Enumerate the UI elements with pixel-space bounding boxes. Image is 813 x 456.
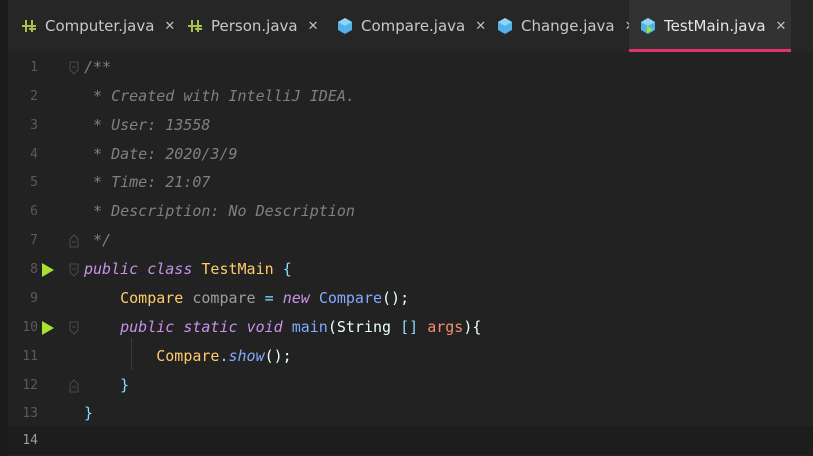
keyword: public bbox=[84, 260, 139, 278]
tab-person-java[interactable]: Person.java ✕ bbox=[176, 0, 326, 52]
line-number: 1 bbox=[30, 60, 38, 75]
line-number: 3 bbox=[30, 118, 38, 133]
keyword: new bbox=[282, 289, 310, 307]
method-name: show bbox=[228, 347, 265, 365]
punctuation: ( bbox=[327, 318, 337, 336]
tab-label: Compare.java bbox=[361, 17, 466, 35]
editor-tab-bar: Computer.java ✕ Person.java ✕ Compare.ja… bbox=[8, 0, 813, 52]
run-icon[interactable] bbox=[41, 321, 55, 335]
fold-icon[interactable] bbox=[68, 60, 80, 76]
line-number: 10 bbox=[22, 320, 38, 335]
line-number: 14 bbox=[22, 433, 38, 448]
line-number: 5 bbox=[30, 175, 38, 190]
line-number: 8 bbox=[30, 262, 38, 277]
code-line[interactable]: 6 * Description: No Description bbox=[8, 197, 813, 226]
punctuation: (); bbox=[264, 347, 292, 365]
fold-icon[interactable] bbox=[68, 320, 80, 336]
left-edge bbox=[0, 0, 8, 456]
close-icon[interactable]: ✕ bbox=[164, 19, 175, 34]
punctuation: ){ bbox=[463, 318, 482, 336]
line-number: 2 bbox=[30, 89, 38, 104]
field-name: compare bbox=[192, 289, 256, 307]
code-line[interactable]: 4 * Date: 2020/3/9 bbox=[8, 140, 813, 169]
code-text: /** bbox=[84, 58, 112, 76]
tab-label: TestMain.java bbox=[664, 17, 766, 35]
code-text: public class TestMain { bbox=[84, 255, 292, 284]
fold-icon[interactable] bbox=[68, 378, 80, 394]
class-name: TestMain bbox=[201, 260, 274, 278]
code-line[interactable]: 9 Compare compare = new Compare(); bbox=[8, 284, 813, 313]
line-number: 4 bbox=[30, 147, 38, 162]
code-line[interactable]: 12 } bbox=[8, 371, 813, 400]
tab-testmain-java[interactable]: TestMain.java ✕ bbox=[629, 0, 791, 52]
code-line[interactable]: 7 */ bbox=[8, 226, 813, 255]
line-number: 9 bbox=[30, 291, 38, 306]
close-icon[interactable]: ✕ bbox=[776, 19, 787, 34]
tab-label: Change.java bbox=[521, 17, 615, 35]
brace: } bbox=[120, 376, 130, 394]
line-number: 13 bbox=[22, 406, 38, 421]
indent-guide bbox=[131, 338, 132, 370]
java-main-icon bbox=[639, 17, 657, 35]
code-line[interactable]: 3 * User: 13558 bbox=[8, 111, 813, 140]
code-text: */ bbox=[84, 231, 112, 249]
close-icon[interactable]: ✕ bbox=[475, 19, 486, 34]
tab-label: Computer.java bbox=[45, 17, 155, 35]
fold-icon[interactable] bbox=[68, 262, 80, 278]
run-icon[interactable] bbox=[41, 263, 55, 277]
type-name: Compare bbox=[120, 289, 184, 307]
java-file-icon bbox=[336, 17, 354, 35]
code-text: public static void main(String [] args){ bbox=[84, 313, 481, 342]
punctuation: (); bbox=[382, 289, 410, 307]
keyword: void bbox=[246, 318, 283, 336]
code-text: * Time: 21:07 bbox=[84, 173, 211, 191]
keyword: class bbox=[147, 260, 193, 278]
line-number: 6 bbox=[30, 204, 38, 219]
code-text: } bbox=[84, 371, 129, 400]
code-line[interactable]: 1 /** bbox=[8, 53, 813, 82]
code-line[interactable]: 5 * Time: 21:07 bbox=[8, 168, 813, 197]
brace: { bbox=[282, 260, 292, 278]
class-name: Compare bbox=[156, 347, 220, 365]
operator: . bbox=[219, 347, 229, 365]
tab-compare-java[interactable]: Compare.java ✕ bbox=[326, 0, 486, 52]
code-line[interactable]: 2 * Created with IntelliJ IDEA. bbox=[8, 82, 813, 111]
code-line[interactable]: 8 public class TestMain { bbox=[8, 255, 813, 284]
type-name: String bbox=[336, 318, 392, 336]
code-line[interactable]: 11 Compare.show(); bbox=[8, 342, 813, 371]
tab-computer-java[interactable]: Computer.java ✕ bbox=[10, 0, 176, 52]
java-file-icon bbox=[496, 17, 514, 35]
line-number: 7 bbox=[30, 233, 38, 248]
code-text: * Created with IntelliJ IDEA. bbox=[84, 87, 355, 105]
tab-change-java[interactable]: Change.java ✕ bbox=[486, 0, 636, 52]
keyword: public bbox=[120, 318, 175, 336]
code-text: Compare.show(); bbox=[84, 342, 292, 371]
tab-label: Person.java bbox=[211, 17, 298, 35]
code-text: * User: 13558 bbox=[84, 116, 211, 134]
class-icon bbox=[20, 17, 38, 35]
code-line[interactable]: 13 } bbox=[8, 399, 813, 428]
parameter-name: args bbox=[427, 318, 464, 336]
brackets: [] bbox=[400, 318, 419, 336]
line-number: 12 bbox=[22, 378, 38, 393]
code-text: * Date: 2020/3/9 bbox=[84, 145, 238, 163]
close-icon[interactable]: ✕ bbox=[308, 19, 319, 34]
brace: } bbox=[84, 404, 94, 422]
code-line[interactable]: 10 public static void main(String [] arg… bbox=[8, 313, 813, 342]
code-text: * Description: No Description bbox=[84, 202, 355, 220]
keyword: static bbox=[183, 318, 238, 336]
line-number: 11 bbox=[22, 349, 38, 364]
constructor-name: Compare bbox=[318, 289, 383, 307]
operator: = bbox=[264, 289, 274, 307]
code-line-current[interactable]: 14 bbox=[8, 426, 813, 455]
fold-icon[interactable] bbox=[68, 233, 80, 249]
code-text: Compare compare = new Compare(); bbox=[84, 284, 409, 313]
method-name: main bbox=[291, 318, 328, 336]
class-icon bbox=[186, 17, 204, 35]
code-editor[interactable]: 1 /** 2 * Created with IntelliJ IDEA. 3 … bbox=[8, 52, 813, 456]
